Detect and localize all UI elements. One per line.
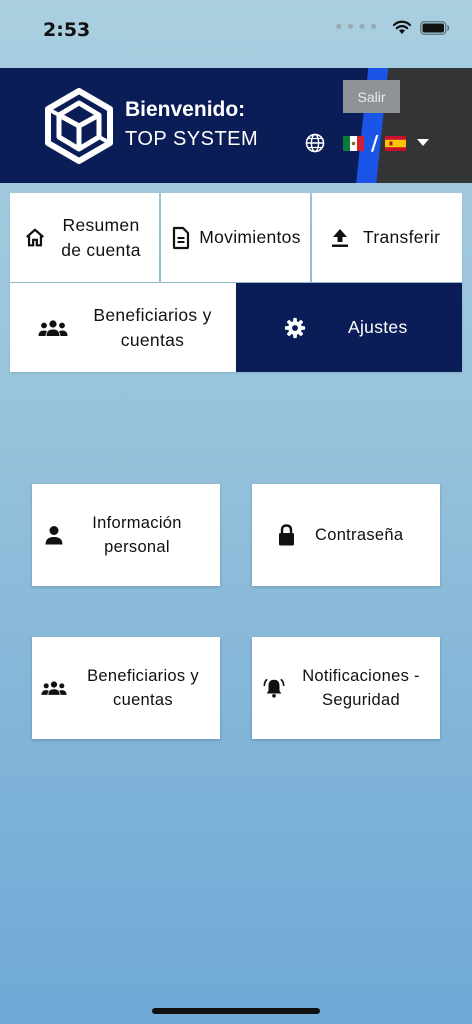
- nav-item-label: Movimientos: [199, 227, 301, 247]
- card-password[interactable]: Contraseña: [252, 484, 440, 586]
- nav-item-movements[interactable]: Movimientos: [161, 193, 310, 282]
- card-notifications-security[interactable]: Notificaciones - Seguridad: [252, 637, 440, 739]
- bell-alert-icon: [263, 677, 285, 699]
- logout-button[interactable]: Salir: [343, 80, 400, 113]
- welcome-label: Bienvenido:: [125, 98, 246, 121]
- main-nav: Resumen de cuenta Movimientos Transferir: [10, 193, 462, 372]
- nav-item-transfer[interactable]: Transferir: [312, 193, 462, 282]
- spain-flag-icon[interactable]: [385, 135, 407, 151]
- card-label: Beneficiarios y cuentas: [87, 666, 199, 710]
- status-icons: ••••: [333, 16, 450, 38]
- card-label: Información personal: [92, 513, 182, 557]
- wifi-icon: [392, 20, 412, 35]
- status-time: 2:53: [43, 19, 91, 41]
- nav-item-label: Beneficiarios y cuentas: [93, 304, 212, 350]
- nav-item-settings[interactable]: Ajustes: [236, 283, 462, 372]
- language-separator: /: [371, 131, 379, 155]
- person-icon: [44, 525, 64, 545]
- status-bar: 2:53 ••••: [0, 0, 472, 64]
- app-header: Bienvenido: TOP SYSTEM Salir /: [0, 68, 472, 183]
- home-indicator[interactable]: [152, 1008, 320, 1014]
- gear-icon: [284, 317, 306, 339]
- chevron-down-icon[interactable]: [417, 139, 430, 147]
- nav-item-account-summary[interactable]: Resumen de cuenta: [10, 193, 159, 282]
- company-name: TOP SYSTEM: [125, 128, 259, 150]
- card-personal-info[interactable]: Información personal: [32, 484, 220, 586]
- card-label: Notificaciones - Seguridad: [302, 666, 420, 710]
- nav-item-label: Transferir: [363, 227, 441, 247]
- document-icon: [171, 226, 191, 250]
- upload-icon: [330, 228, 350, 248]
- card-beneficiaries[interactable]: Beneficiarios y cuentas: [32, 637, 220, 739]
- people-icon: [38, 319, 68, 336]
- card-label: Contraseña: [315, 525, 404, 544]
- brand-logo-icon: [44, 88, 114, 164]
- nav-item-label: Ajustes: [348, 317, 408, 337]
- home-icon: [24, 227, 46, 249]
- mexico-flag-icon[interactable]: [343, 135, 364, 151]
- language-selector[interactable]: /: [305, 131, 430, 155]
- nav-item-beneficiaries[interactable]: Beneficiarios y cuentas: [10, 283, 236, 372]
- lock-icon: [278, 524, 295, 546]
- battery-icon: [420, 20, 450, 35]
- signal-dots-icon: ••••: [333, 16, 380, 38]
- globe-icon: [305, 133, 325, 153]
- nav-item-label: Resumen de cuenta: [61, 214, 141, 260]
- people-icon: [41, 681, 67, 695]
